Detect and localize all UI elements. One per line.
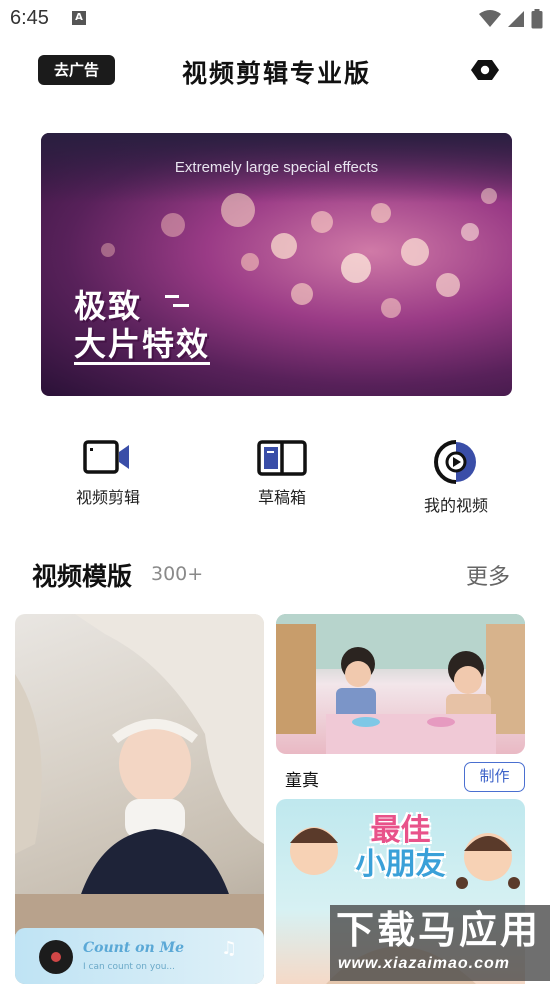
promo-banner[interactable]: Extremely large special effects 极致 大片特效 bbox=[41, 133, 512, 396]
bokeh-light bbox=[481, 188, 497, 204]
template-card-baby[interactable]: Count on Me I can count on you... ♫ bbox=[15, 614, 264, 984]
site-watermark: 下载马应用 www.xiazaimao.com bbox=[330, 905, 550, 981]
classroom-photo bbox=[276, 614, 525, 754]
gear-icon[interactable] bbox=[470, 58, 500, 82]
banner-title-line2: 大片特效 bbox=[74, 325, 211, 365]
my-videos-label: 我的视频 bbox=[423, 496, 488, 515]
play-circle-icon bbox=[434, 440, 476, 484]
my-videos-action[interactable]: 我的视频 bbox=[396, 440, 516, 516]
template-name: 童真 bbox=[285, 771, 319, 791]
drafts-label: 草稿箱 bbox=[257, 488, 306, 507]
make-button[interactable]: 制作 bbox=[464, 762, 525, 792]
templates-title: 视频模版 bbox=[32, 562, 133, 591]
templates-count: 300+ bbox=[151, 563, 204, 585]
quick-actions: 视频剪辑 草稿箱 我的视频 bbox=[0, 440, 553, 530]
drafts-action[interactable]: 草稿箱 bbox=[222, 440, 342, 508]
music-title: Count on Me bbox=[83, 940, 184, 956]
watermark-text: 下载马应用 bbox=[336, 908, 542, 952]
bokeh-light bbox=[371, 203, 391, 223]
bokeh-light bbox=[461, 223, 479, 241]
video-edit-label: 视频剪辑 bbox=[75, 488, 140, 507]
bokeh-light bbox=[381, 298, 401, 318]
bokeh-light bbox=[341, 253, 371, 283]
baby-photo bbox=[15, 614, 264, 934]
music-lyric: I can count on you... bbox=[83, 962, 175, 972]
battery-icon bbox=[531, 9, 543, 29]
more-templates-link[interactable]: 更多 bbox=[466, 559, 510, 591]
video-camera-icon bbox=[83, 440, 129, 474]
music-note-icon: ♫ bbox=[221, 938, 238, 959]
app-header: 去广告 视频剪辑专业版 bbox=[0, 46, 553, 94]
status-icons bbox=[479, 8, 543, 30]
bokeh-light bbox=[271, 233, 297, 259]
banner-dash-decoration bbox=[165, 295, 189, 307]
bokeh-light bbox=[101, 243, 115, 257]
video-edit-action[interactable]: 视频剪辑 bbox=[48, 440, 168, 508]
best-kid-title-line2: 小朋友 bbox=[355, 847, 446, 882]
best-kid-title-line1: 最佳 bbox=[370, 813, 431, 848]
bokeh-light bbox=[436, 273, 460, 297]
status-bar: 6:45 A bbox=[0, 0, 553, 38]
status-time: 6:45 bbox=[10, 7, 49, 29]
bokeh-light bbox=[221, 193, 255, 227]
template-card-childhood[interactable] bbox=[276, 614, 525, 754]
bokeh-light bbox=[401, 238, 429, 266]
banner-title-line1: 极致 bbox=[74, 287, 143, 325]
bokeh-light bbox=[311, 211, 333, 233]
music-bar[interactable]: Count on Me I can count on you... ♫ bbox=[15, 928, 264, 984]
signal-icon bbox=[508, 11, 524, 27]
wifi-icon bbox=[479, 10, 501, 27]
banner-subtitle: Extremely large special effects bbox=[174, 159, 379, 176]
watermark-url: www.xiazaimao.com bbox=[338, 955, 511, 972]
drafts-book-icon bbox=[257, 440, 307, 476]
bokeh-light bbox=[291, 283, 313, 305]
bokeh-light bbox=[161, 213, 185, 237]
notification-icon: A bbox=[72, 11, 86, 25]
bokeh-light bbox=[241, 253, 259, 271]
music-disc-icon bbox=[39, 940, 73, 974]
